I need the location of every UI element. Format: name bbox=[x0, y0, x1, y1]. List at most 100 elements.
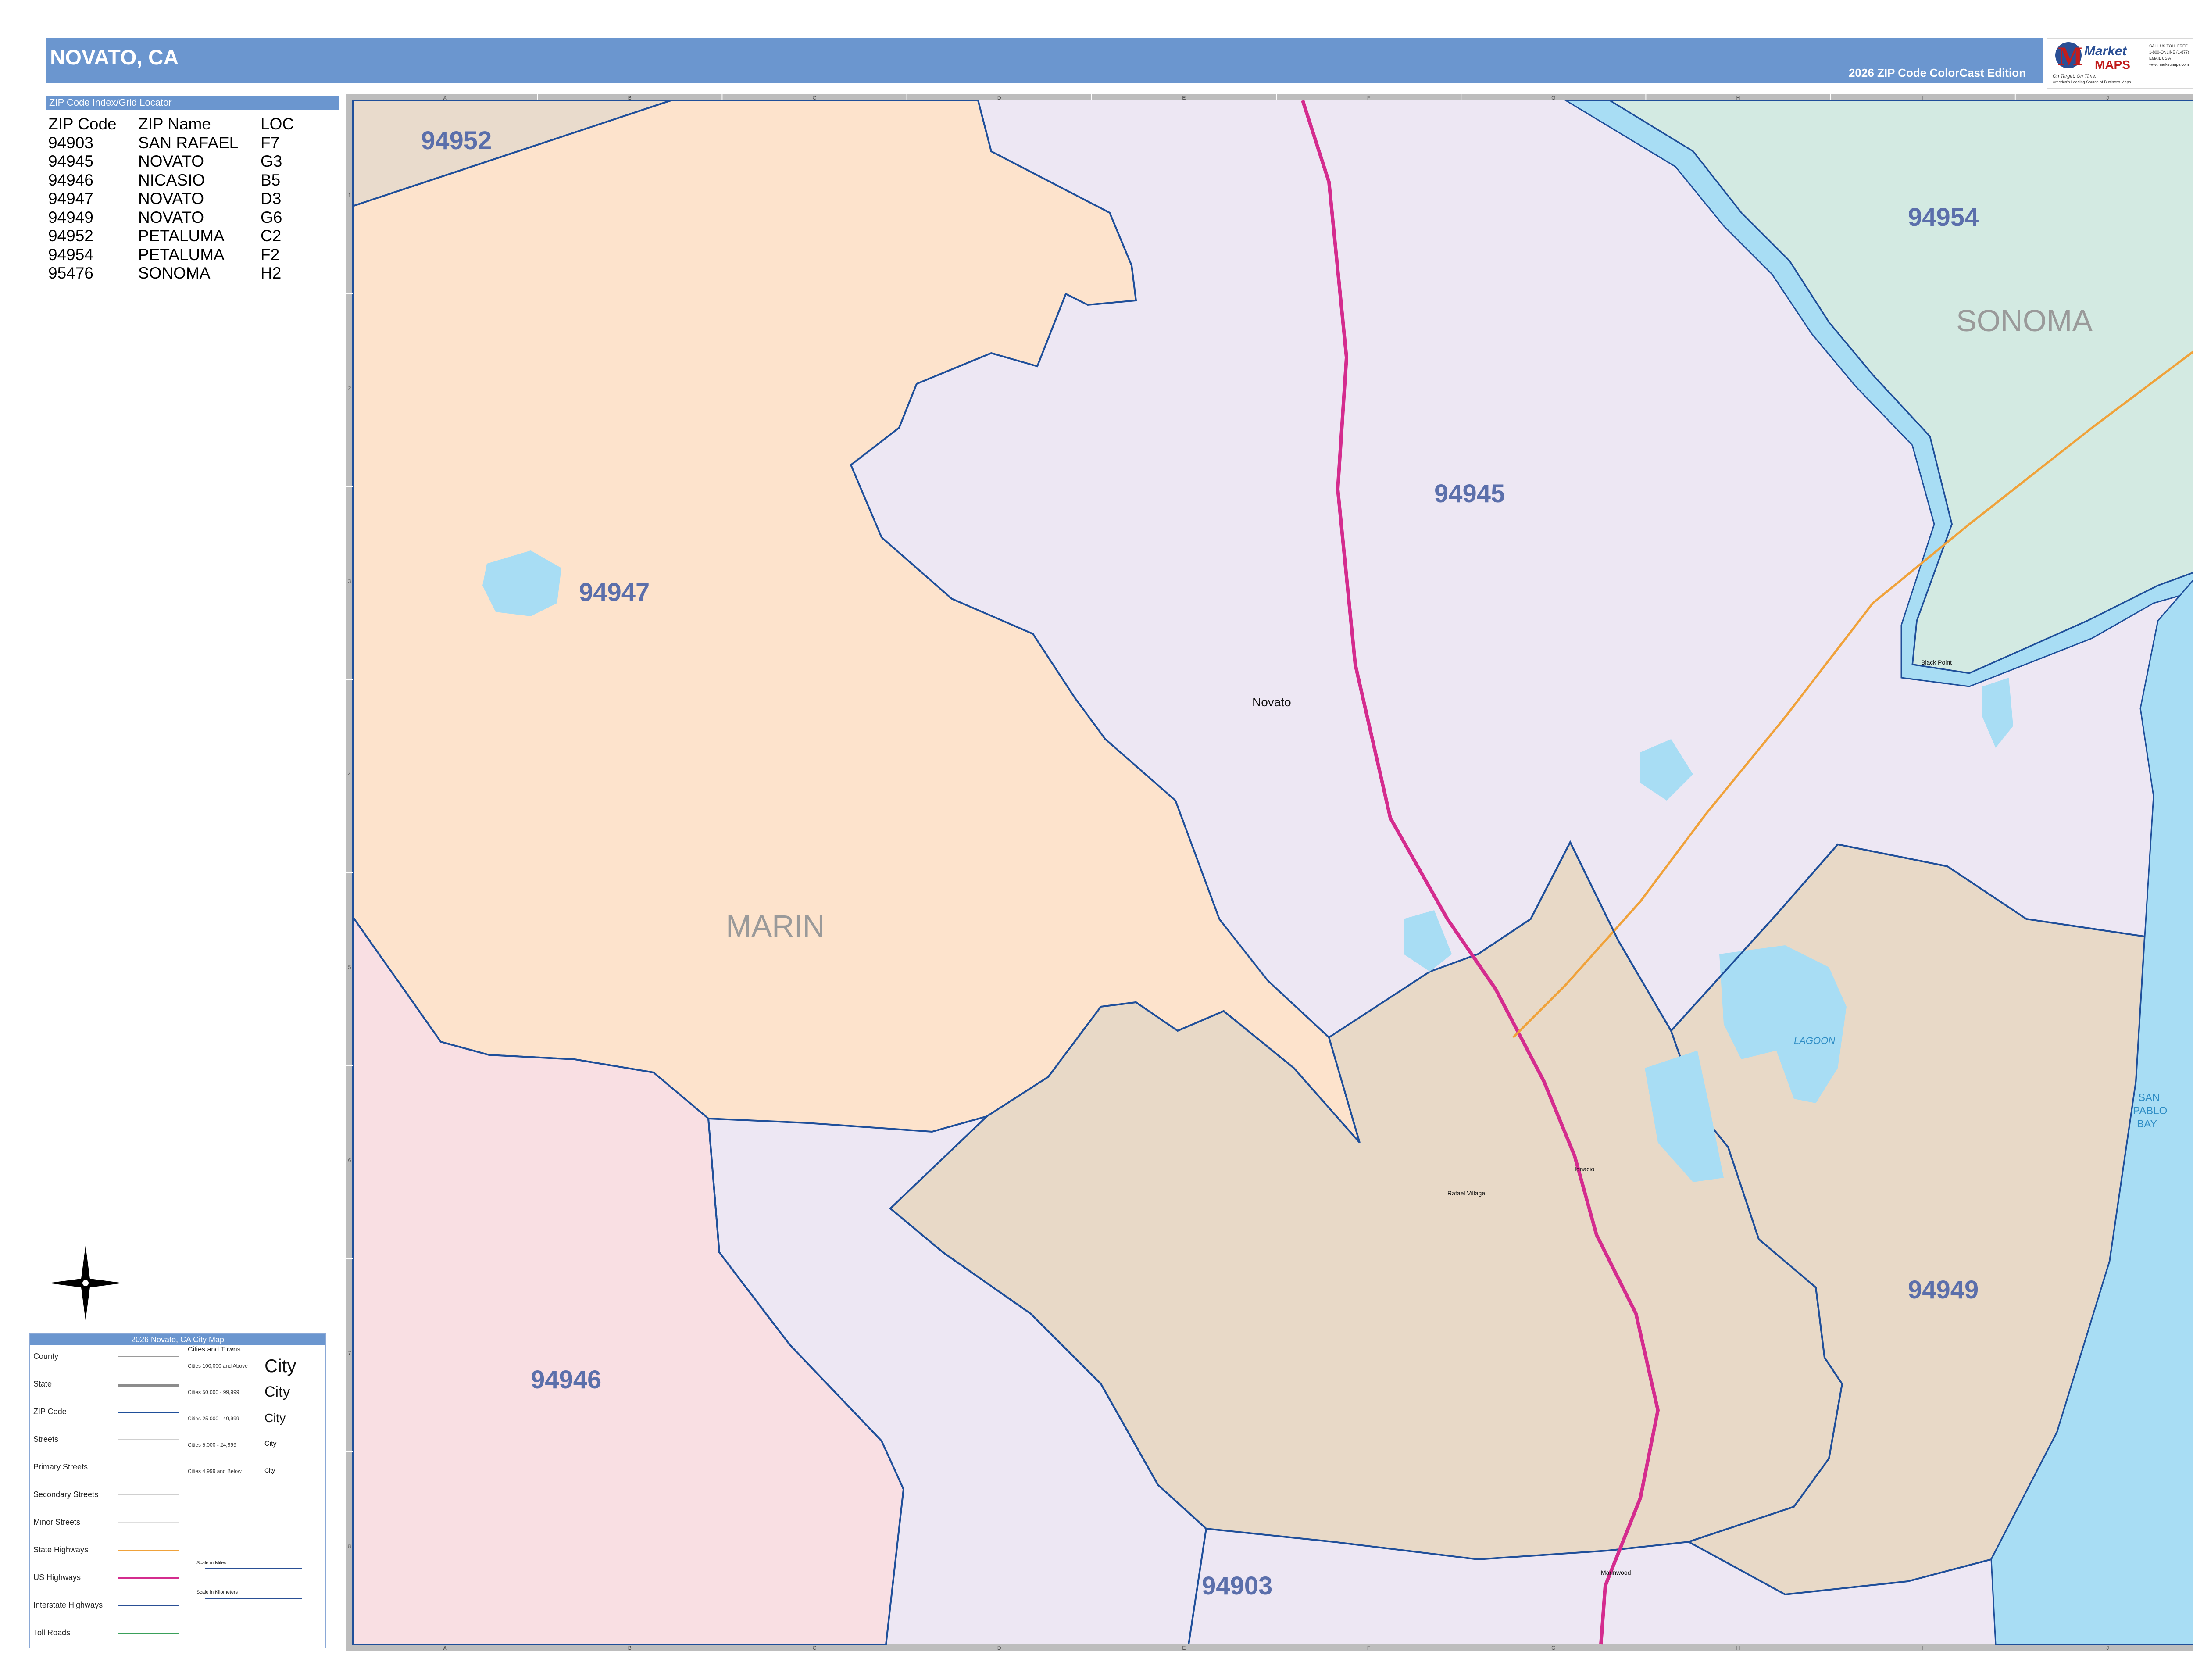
publisher-logo: M Market MAPS On Target. On Time. Americ… bbox=[2047, 38, 2193, 89]
contact-line: 1-800-ONLINE (1-877) bbox=[2149, 50, 2189, 54]
zip-index-header-row: ZIP Code ZIP Name LOC bbox=[48, 115, 320, 134]
grid-row-label: 1 bbox=[348, 192, 351, 198]
legend-city-tier: Cities 100,000 and Above bbox=[188, 1363, 248, 1369]
zip-label-94945: 94945 bbox=[1434, 479, 1505, 508]
compass-rose-icon bbox=[48, 1246, 123, 1320]
grid-column-label: B bbox=[628, 95, 632, 101]
legend-item-swatch bbox=[118, 1356, 179, 1357]
scale-miles-label: Scale in Miles bbox=[196, 1560, 226, 1566]
grid-row-label: 7 bbox=[348, 1350, 351, 1356]
zip-label-94947: 94947 bbox=[579, 578, 650, 607]
grid-column-label: I bbox=[1922, 95, 1924, 101]
contact-line: www.marketmaps.com bbox=[2149, 62, 2189, 67]
zip-index-row: 94945 NOVATO G3 bbox=[48, 152, 320, 171]
logo-word-market: Market bbox=[2084, 44, 2127, 58]
zip-index-cell: H2 bbox=[261, 264, 282, 282]
grid-column-label: E bbox=[1182, 95, 1186, 101]
legend-item-swatch bbox=[118, 1384, 179, 1387]
grid-column-label: J bbox=[2106, 95, 2109, 101]
zip-index-cell: 94954 bbox=[48, 245, 93, 264]
place-label-rafael-village: Rafael Village bbox=[1447, 1190, 1485, 1197]
zip-index-cell: 94947 bbox=[48, 189, 93, 207]
zip-index-table: ZIP Code ZIP Name LOC 94903 SAN RAFAEL F7 9… bbox=[48, 115, 320, 283]
legend-cities-header: Cities and Towns bbox=[188, 1346, 241, 1353]
grid-row-label: 4 bbox=[348, 771, 351, 777]
column-header: ZIP Name bbox=[138, 115, 211, 133]
grid-column-label: E bbox=[1182, 1645, 1186, 1651]
zip-index-row: 94952 PETALUMA C2 bbox=[48, 227, 320, 246]
grid-row-label: 2 bbox=[348, 385, 351, 391]
legend-item-label: ZIP Code bbox=[33, 1407, 67, 1416]
map-legend: 2026 Novato, CA City Map Cities and Town… bbox=[29, 1333, 326, 1648]
zip-index-cell: 94945 bbox=[48, 152, 93, 170]
legend-city-sample: City bbox=[264, 1383, 290, 1400]
zip-label-94954: 94954 bbox=[1908, 203, 1979, 232]
zip-index-row: 94903 SAN RAFAEL F7 bbox=[48, 134, 320, 153]
legend-item-swatch bbox=[118, 1412, 179, 1413]
logo-tagline: On Target. On Time. bbox=[2053, 74, 2097, 79]
water-label-san: SAN bbox=[2138, 1092, 2160, 1104]
scale-bar-km bbox=[205, 1598, 302, 1599]
legend-item-swatch bbox=[118, 1494, 179, 1495]
grid-column-label: J bbox=[2106, 1645, 2109, 1651]
legend-city-tier: Cities 5,000 - 24,999 bbox=[188, 1442, 236, 1448]
zip-index-cell: SONOMA bbox=[138, 264, 211, 282]
place-label-ignacio: Ignacio bbox=[1575, 1165, 1594, 1172]
zip-index-cell: F2 bbox=[261, 245, 280, 264]
legend-city-sample: City bbox=[264, 1467, 275, 1474]
county-label-sonoma: SONOMA bbox=[1956, 304, 2093, 338]
zip-index-cell: 95476 bbox=[48, 264, 93, 282]
zip-label-94903: 94903 bbox=[1202, 1572, 1272, 1600]
legend-city-tier: Cities 4,999 and Below bbox=[188, 1468, 242, 1474]
legend-city-tier: Cities 50,000 - 99,999 bbox=[188, 1389, 239, 1395]
zip-index-cell: PETALUMA bbox=[138, 227, 225, 245]
grid-row-label: 3 bbox=[348, 578, 351, 584]
legend-item-swatch bbox=[118, 1577, 179, 1579]
legend-item-label: US Highways bbox=[33, 1573, 81, 1582]
scale-bar-miles bbox=[205, 1568, 302, 1569]
zip-index-header: ZIP Code Index/Grid Locator bbox=[46, 96, 339, 110]
zip-index-row: 94947 NOVATO D3 bbox=[48, 189, 320, 208]
map-frame: AABBCCDDEEFFGGHHIIJJ1122334455667788 949… bbox=[346, 94, 2193, 1651]
zip-index-row: 94954 PETALUMA F2 bbox=[48, 246, 320, 265]
grid-column-label: G bbox=[1551, 95, 1555, 101]
column-header: ZIP Code bbox=[48, 115, 117, 133]
legend-city-sample: City bbox=[264, 1355, 296, 1376]
contact-line: EMAIL US AT bbox=[2149, 56, 2173, 61]
grid-column-label: H bbox=[1736, 1645, 1740, 1651]
zip-index-cell: SAN RAFAEL bbox=[138, 133, 239, 152]
logo-subline: America's Leading Source of Business Map… bbox=[2053, 80, 2131, 84]
zip-index-cell: NOVATO bbox=[138, 189, 204, 207]
logo-word-maps: MAPS bbox=[2095, 58, 2130, 71]
water-label-lagoon: LAGOON bbox=[1794, 1035, 1835, 1046]
county-label-marin: MARIN bbox=[726, 909, 825, 943]
zip-index-cell: NOVATO bbox=[138, 152, 204, 170]
legend-item-label: State Highways bbox=[33, 1545, 89, 1554]
legend-item-swatch bbox=[118, 1439, 179, 1440]
legend-item-swatch bbox=[118, 1550, 179, 1551]
legend-city-tier: Cities 25,000 - 49,999 bbox=[188, 1415, 239, 1422]
zip-index-row: 94946 NICASIO B5 bbox=[48, 171, 320, 190]
grid-row-label: 8 bbox=[348, 1543, 351, 1549]
legend-item-label: Secondary Streets bbox=[33, 1490, 99, 1499]
legend-city-sample: City bbox=[264, 1440, 277, 1448]
zip-index-cell: NOVATO bbox=[138, 208, 204, 226]
logo-m-glyph: M bbox=[2058, 42, 2083, 71]
zip-label-94952: 94952 bbox=[421, 126, 492, 155]
zip-index-cell: D3 bbox=[261, 189, 282, 207]
legend-title: 2026 Novato, CA City Map bbox=[30, 1334, 325, 1345]
zip-index-cell: F7 bbox=[261, 133, 280, 152]
edition-label: 2026 ZIP Code ColorCast Edition bbox=[1848, 66, 2026, 79]
zip-index-cell: C2 bbox=[261, 227, 282, 245]
legend-item-label: Interstate Highways bbox=[33, 1601, 103, 1609]
legend-item-swatch bbox=[118, 1633, 179, 1634]
zip-index-cell: NICASIO bbox=[138, 171, 205, 189]
map-page: NOVATO, CA 2026 ZIP Code ColorCast Editi… bbox=[0, 0, 2193, 1680]
map-title: NOVATO, CA bbox=[50, 46, 179, 69]
legend-item-label: Streets bbox=[33, 1435, 59, 1444]
place-label-black-point: Black Point bbox=[1921, 659, 1952, 666]
zip-index-row: 95476 SONOMA H2 bbox=[48, 264, 320, 283]
contact-line: CALL US TOLL FREE bbox=[2149, 44, 2188, 48]
place-label-marinwood: Marinwood bbox=[1601, 1569, 1631, 1576]
grid-row-label: 6 bbox=[348, 1157, 351, 1163]
